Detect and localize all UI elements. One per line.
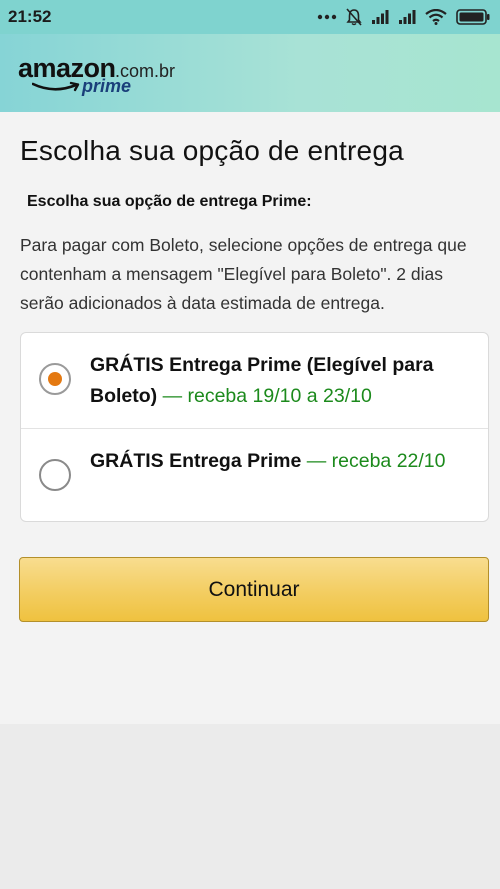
delivery-option-label: GRÁTIS Entrega Prime — receba 22/10 [90, 446, 470, 477]
delivery-options-list: GRÁTIS Entrega Prime (Elegível para Bole… [20, 332, 489, 522]
option-delivery-date: receba 22/10 [331, 450, 446, 472]
logo-prime-text: prime [82, 76, 132, 96]
smile-arrow-icon [31, 80, 82, 98]
signal-icon [398, 9, 416, 25]
option-separator: — [301, 450, 332, 472]
bottom-blank-area [0, 724, 500, 889]
dots-icon [317, 14, 337, 20]
delivery-option-boleto[interactable]: GRÁTIS Entrega Prime (Elegível para Bole… [21, 333, 488, 428]
prime-delivery-subtitle: Escolha sua opção de entrega Prime: [27, 193, 312, 210]
signal-icon [371, 9, 389, 25]
app-header: amazon .com.br prime [0, 34, 500, 112]
boleto-info-text: Para pagar com Boleto, selecione opções … [20, 235, 467, 313]
bell-muted-icon [346, 8, 362, 26]
option-delivery-date: receba 19/10 a 23/10 [187, 385, 372, 407]
main-content: Escolha sua opção de entrega Escolha sua… [0, 112, 500, 724]
radio-selected[interactable] [39, 363, 71, 395]
wifi-icon [425, 9, 447, 25]
radio-unselected[interactable] [39, 459, 71, 491]
battery-icon [456, 9, 490, 25]
delivery-option-label: GRÁTIS Entrega Prime (Elegível para Bole… [90, 350, 470, 412]
delivery-option-prime[interactable]: GRÁTIS Entrega Prime — receba 22/10 [21, 428, 488, 523]
option-separator: — [157, 385, 188, 407]
page-title: Escolha sua opção de entrega [20, 135, 404, 166]
status-bar: 21:52 [0, 0, 500, 34]
amazon-logo[interactable]: amazon .com.br prime [18, 54, 188, 100]
status-icons [317, 8, 490, 26]
option-title: GRÁTIS Entrega Prime [90, 450, 302, 472]
continue-button[interactable]: Continuar [19, 557, 489, 622]
status-time: 21:52 [8, 7, 52, 26]
